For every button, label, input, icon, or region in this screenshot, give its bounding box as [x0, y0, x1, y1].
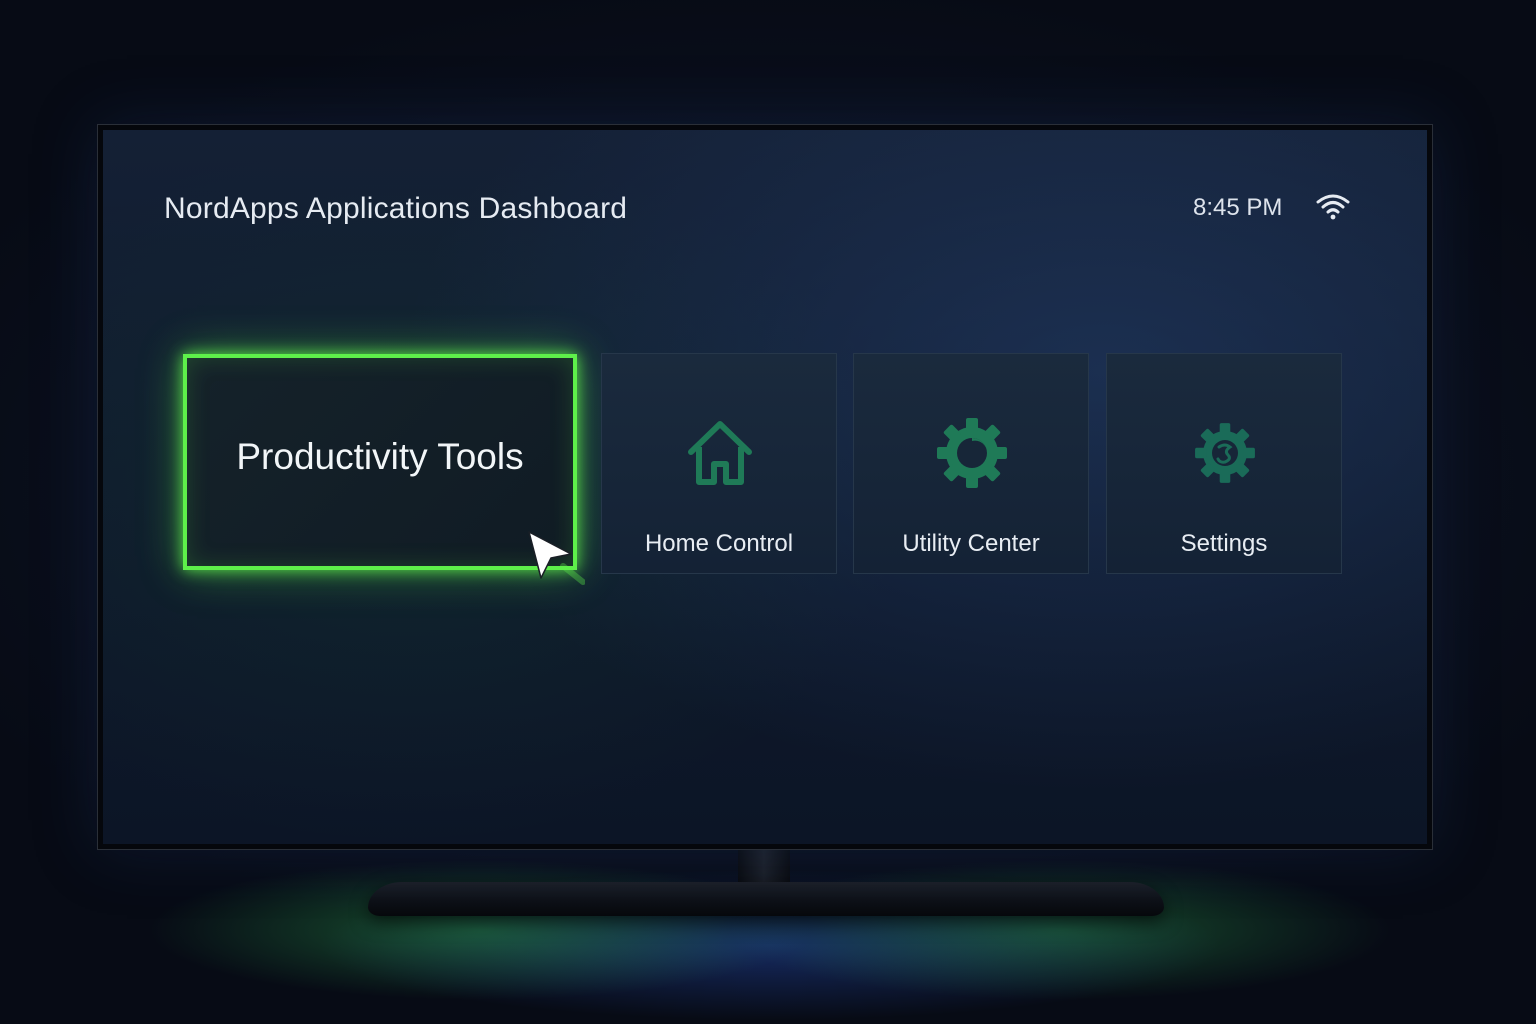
tile-label: Utility Center	[902, 530, 1040, 557]
tile-label: Home Control	[644, 530, 794, 557]
tile-label: Settings	[1180, 530, 1268, 557]
tile-home-control[interactable]: Home Control	[601, 353, 837, 574]
house-icon	[688, 421, 752, 485]
tv-stand-base	[368, 882, 1164, 916]
tile-productivity-tools[interactable]: Productivity Tools	[183, 354, 577, 570]
settings-gear-icon	[1195, 423, 1255, 483]
tile-label: Productivity Tools	[236, 436, 524, 477]
clock: 8:45 PM	[1193, 194, 1283, 221]
tile-settings[interactable]: Settings	[1106, 353, 1342, 574]
tile-utility-center[interactable]: Utility Center	[853, 353, 1089, 574]
wifi-icon	[1316, 194, 1350, 220]
tv-frame: NordApps Applications Dashboard 8:45 PM …	[97, 124, 1433, 850]
mouse-pointer-icon	[528, 531, 585, 585]
gear-icon	[937, 418, 1007, 488]
tv-screen: NordApps Applications Dashboard 8:45 PM …	[103, 130, 1427, 844]
dashboard-title: NordApps Applications Dashboard	[164, 192, 628, 225]
